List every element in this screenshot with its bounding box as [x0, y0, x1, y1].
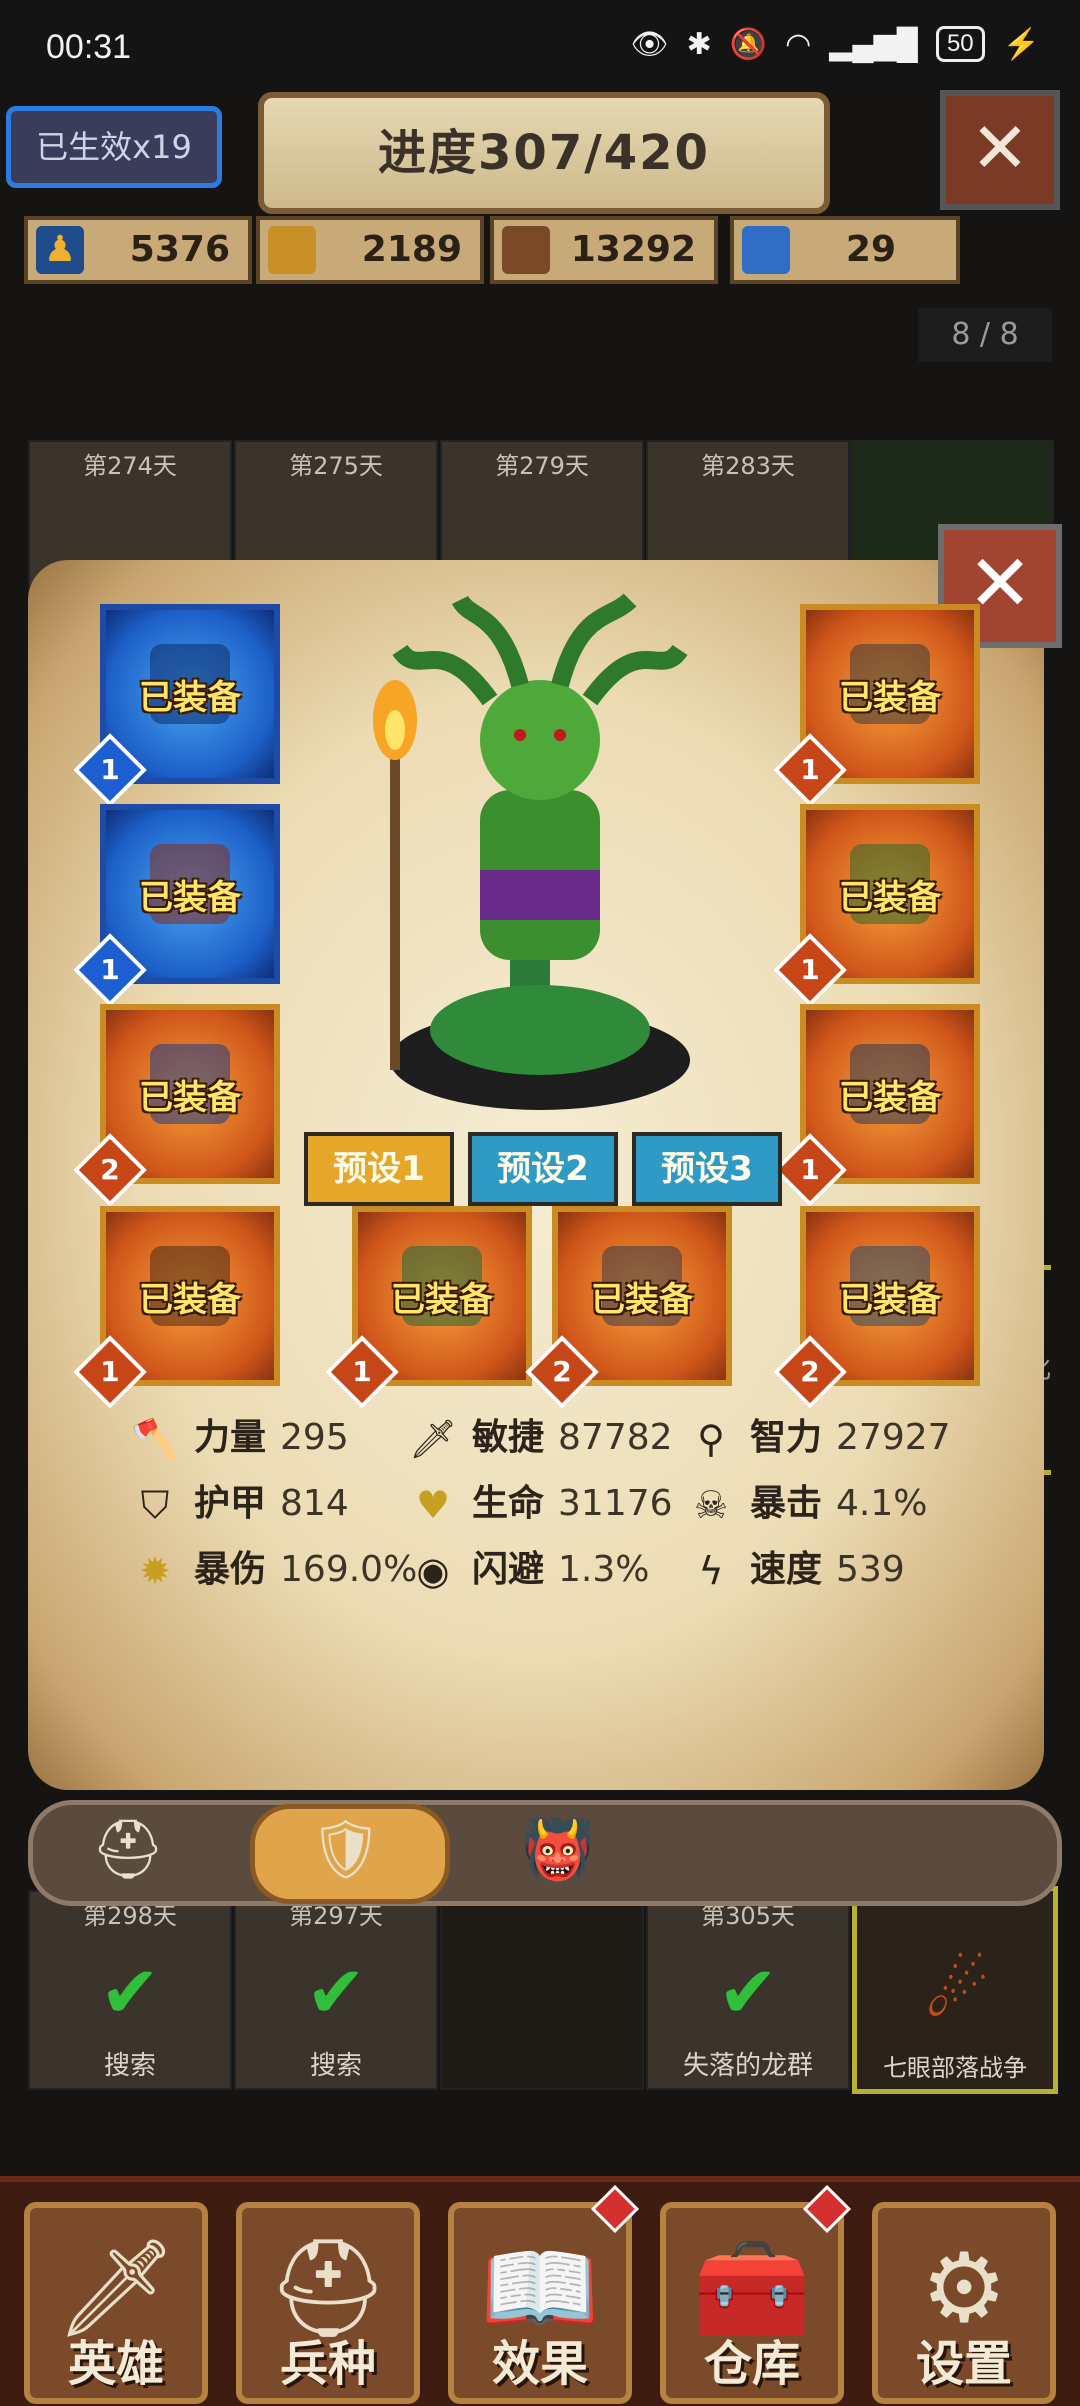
preset-tab-3[interactable]: 预设3	[632, 1132, 782, 1206]
equip-slot-boots[interactable]: 已装备 1	[773, 804, 980, 1007]
preset-tab-1[interactable]: 预设1	[304, 1132, 454, 1206]
nav-warehouse[interactable]: 🧰 仓库	[660, 2184, 852, 2404]
active-effects-badge[interactable]: 已生效x19	[6, 106, 222, 188]
equip-slot-crystal-ring[interactable]: 已装备 2	[525, 1206, 732, 1409]
clock: 00:31	[46, 28, 132, 66]
close-icon: ✕	[970, 107, 1030, 189]
stat-dodge: ◉ 闪避 1.3%	[408, 1540, 649, 1600]
map-tile-tribe-war[interactable]: ☄ 七眼部落战争	[852, 1886, 1058, 2094]
wifi-icon: ◠	[785, 27, 812, 61]
bluetooth-icon: ✱	[686, 27, 712, 61]
stat-health: ♥ 生命 31176	[408, 1474, 673, 1534]
resource-crystal: 29	[730, 216, 960, 284]
stat-agility: 🗡 敏捷 87782	[408, 1408, 673, 1468]
status-icons: 👁 ✱ 🔕 ◠ ▂▄▆█ 50 ⚡	[630, 26, 1040, 62]
shield-icon: ⛉	[140, 1483, 170, 1527]
nav-units[interactable]: ⛑ 兵种	[236, 2202, 420, 2404]
resource-gold: 2189	[256, 216, 484, 284]
crystal-staff-icon	[742, 226, 790, 274]
stat-armor: ⛉ 护甲 814	[130, 1474, 349, 1534]
stat-strength: 🪓 力量 295	[130, 1408, 348, 1468]
map-tile-lost-dragons[interactable]: 第305天 ✔ 失落的龙群	[646, 1890, 850, 2090]
battery-indicator: 50	[935, 26, 985, 62]
stat-speed: ϟ 速度 539	[686, 1540, 904, 1600]
nav-settings[interactable]: ⚙ 设置	[872, 2202, 1056, 2404]
resource-population: ♟ 5376	[24, 216, 252, 284]
stat-crit: ☠ 暴击 4.1%	[686, 1474, 928, 1534]
sword-icon: 🗡	[408, 1417, 458, 1461]
nav-effects[interactable]: 📖 效果	[448, 2184, 640, 2404]
skull-icon: ☠	[693, 1483, 729, 1527]
equip-slot-shoulder-guard[interactable]: 已装备 1	[773, 604, 980, 807]
5g-signal-icon: ▂▄▆█	[829, 27, 918, 61]
horned-helmet-icon: ⛑	[91, 1815, 165, 1883]
wood-logs-icon	[502, 226, 550, 274]
page-indicator: 8 / 8	[918, 308, 1052, 362]
nav-heroes[interactable]: 🗡 英雄	[24, 2202, 208, 2404]
stat-crit-damage: ✹ 暴伤 169.0%	[130, 1540, 417, 1600]
check-icon: ✔	[717, 1950, 779, 2034]
hero-tab-1[interactable]: ⛑	[68, 1806, 188, 1892]
stats-row: ✹ 暴伤 169.0% ◉ 闪避 1.3% ϟ 速度 539	[130, 1540, 970, 1600]
progress-banner: 进度307/420	[258, 92, 830, 214]
stat-intelligence: ⚲ 智力 27927	[686, 1408, 950, 1468]
close-button[interactable]: ✕	[940, 90, 1060, 210]
lightning-icon: ϟ	[698, 1549, 724, 1593]
preset-tab-2[interactable]: 预设2	[468, 1132, 618, 1206]
map-tile[interactable]	[440, 1890, 644, 2090]
equip-slot-skull-staff[interactable]: 已装备 1	[73, 1206, 280, 1409]
status-bar: 00:31 👁 ✱ 🔕 ◠ ▂▄▆█ 50 ⚡	[0, 0, 1080, 90]
hero-portrait	[373, 593, 690, 1110]
wand-icon: ⚲	[697, 1417, 725, 1461]
equip-slot-mount[interactable]: 已装备 1	[773, 1004, 980, 1207]
crest-shield-icon: 🛡	[309, 1815, 383, 1883]
eye-icon: ◉	[416, 1549, 450, 1593]
equip-slot-horned-shield[interactable]: 已装备 1	[325, 1206, 532, 1409]
map-tile-search[interactable]: 第297天 ✔ 搜索	[234, 1890, 438, 2090]
check-icon: ✔	[305, 1950, 367, 2034]
burst-icon: ✹	[139, 1549, 171, 1593]
gold-coins-icon	[268, 226, 316, 274]
check-icon: ✔	[99, 1950, 161, 2034]
equip-slot-chest-armor[interactable]: 已装备 1	[73, 804, 280, 1007]
stats-row: 🪓 力量 295 🗡 敏捷 87782 ⚲ 智力 27927	[130, 1408, 970, 1468]
equip-slot-gauntlet[interactable]: 已装备 2	[73, 1004, 280, 1207]
equip-slot-hood[interactable]: 已装备 1	[73, 604, 280, 807]
meteor-icon: ☄	[924, 1949, 990, 2033]
mute-icon: 🔕	[729, 27, 768, 61]
axe-icon: 🪓	[131, 1417, 179, 1461]
hero-tab-3[interactable]: 👹	[498, 1806, 618, 1892]
resource-wood: 13292	[490, 216, 718, 284]
map-tile-search[interactable]: 第298天 ✔ 搜索	[28, 1890, 232, 2090]
heart-icon: ♥	[415, 1483, 451, 1527]
equip-slot-amulet[interactable]: 已装备 2	[773, 1206, 980, 1409]
stats-row: ⛉ 护甲 814 ♥ 生命 31176 ☠ 暴击 4.1%	[130, 1474, 970, 1534]
eye-icon: 👁	[630, 27, 669, 61]
charging-icon: ⚡	[1002, 27, 1040, 61]
orc-warrior-icon: 👹	[521, 1815, 595, 1883]
population-icon: ♟	[36, 226, 84, 274]
